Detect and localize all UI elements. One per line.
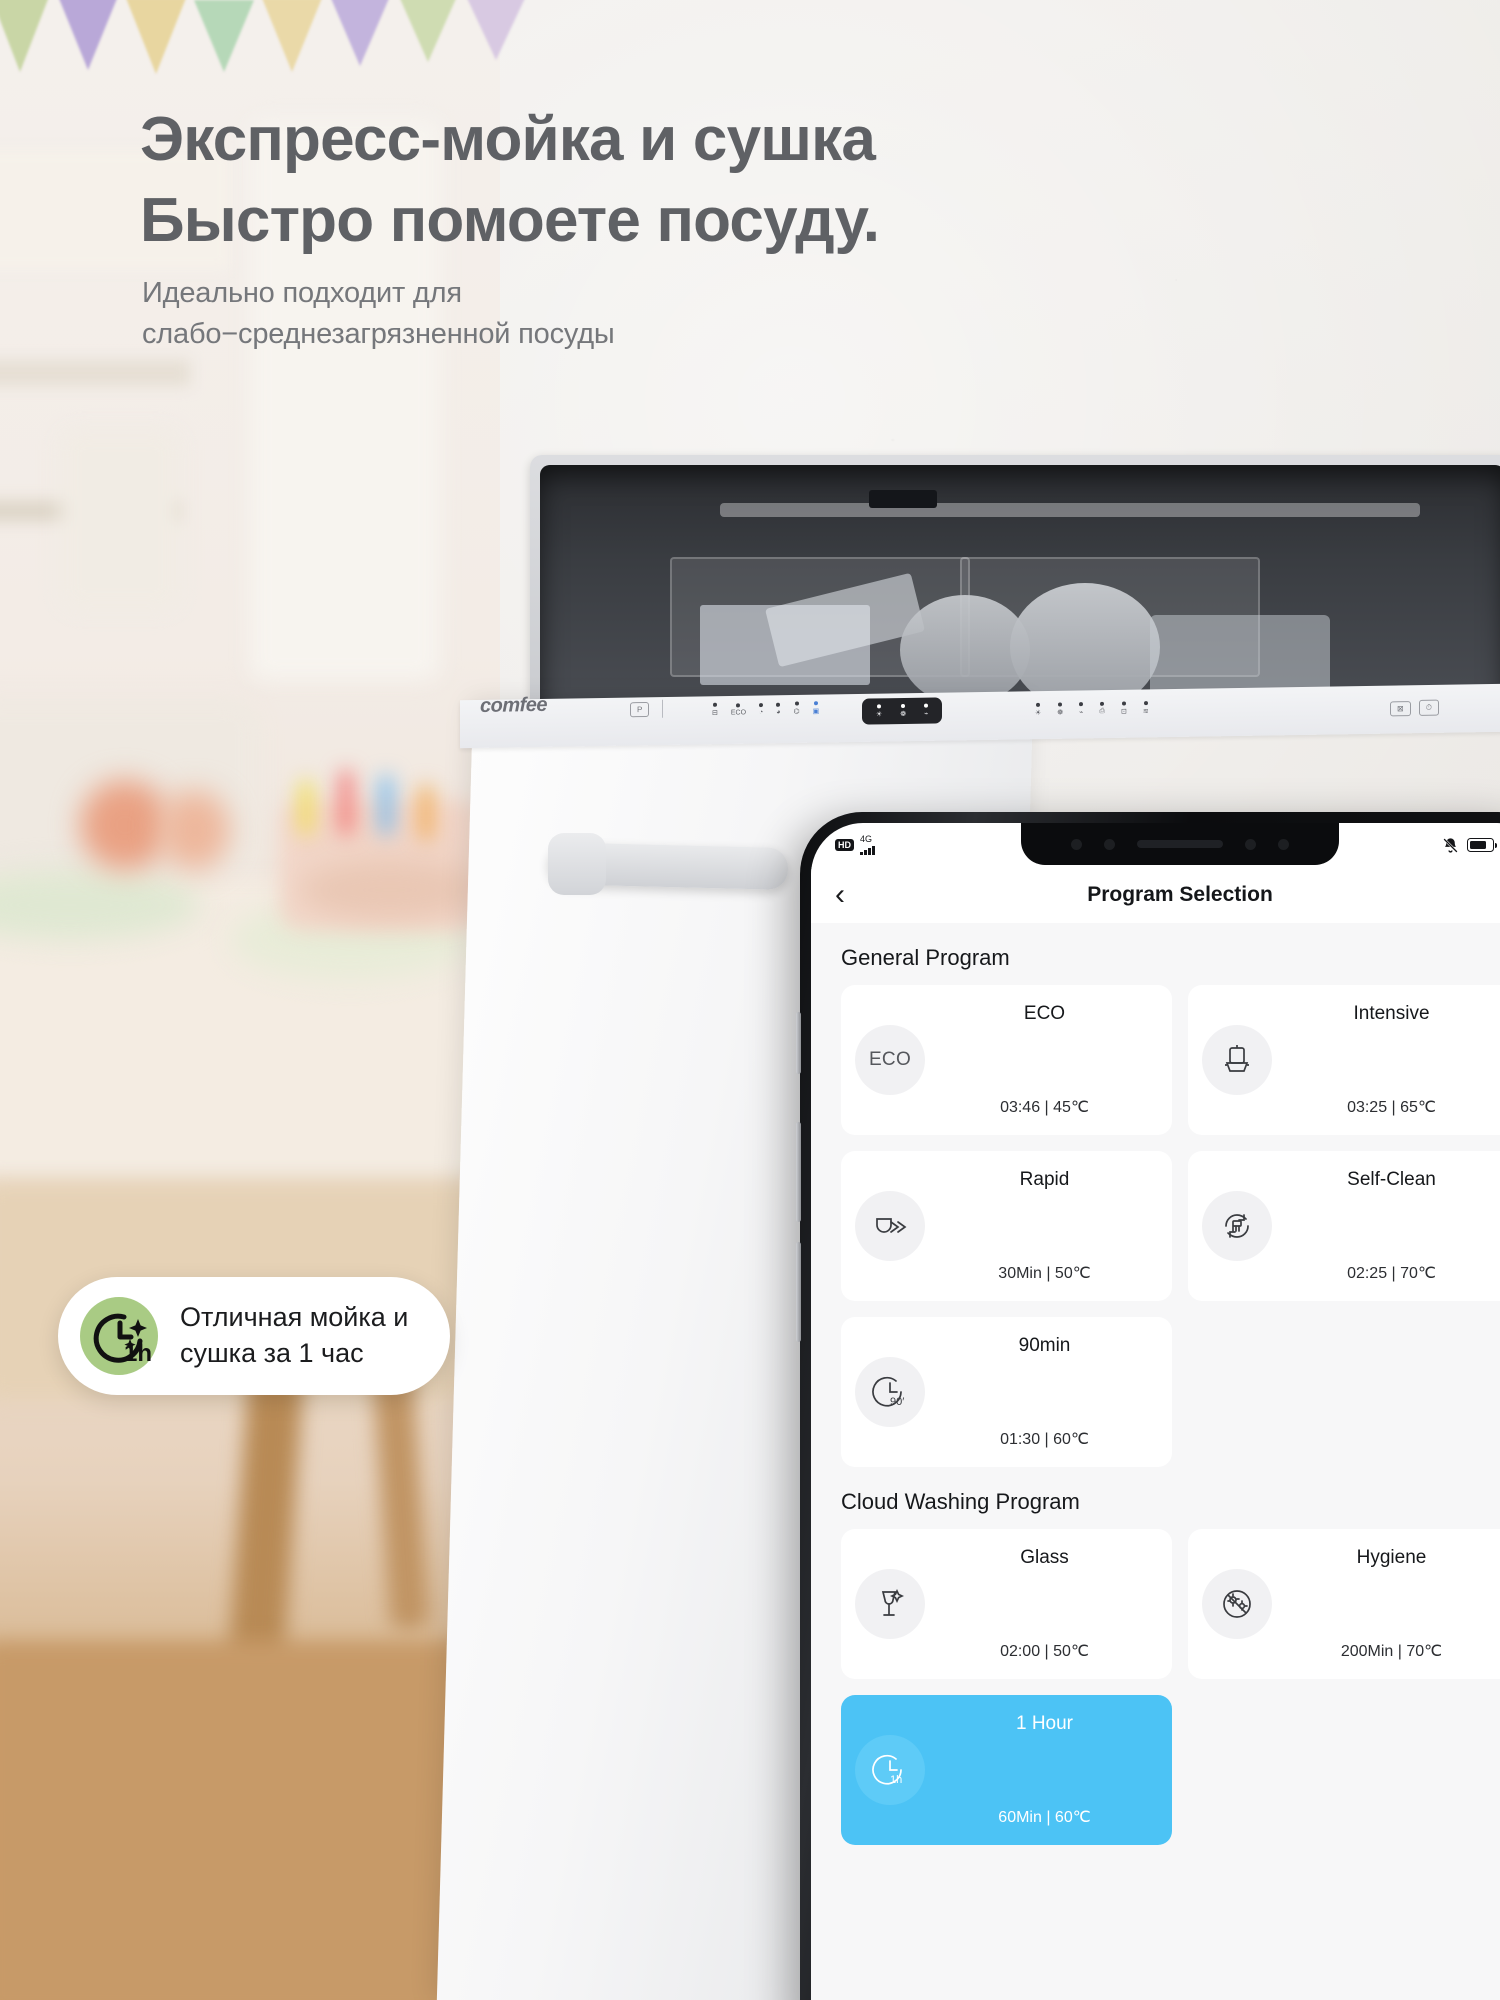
right-icon-sun[interactable]: ☀ [1035,702,1041,717]
brush-cycle-icon [1202,1191,1272,1261]
battery-icon [1467,838,1498,852]
section-title-general: General Program [841,945,1010,970]
fast-dish-icon [855,1191,925,1261]
program-card-intensive[interactable]: Intensive 03:25 | 65℃ [1188,985,1500,1135]
dark-icon-sun[interactable]: ☀ [876,704,882,718]
program-meta: 01:30 | 60℃ [1000,1431,1089,1448]
eco-icon-label: ECO [868,1049,912,1070]
program-meta: 02:00 | 50℃ [1000,1643,1089,1660]
headline-line-2: Быстро помоете посуду. [140,185,880,255]
program-name: Intensive [1353,1003,1430,1024]
program-card-hygiene[interactable]: Hygiene 200Min | 70℃ [1188,1529,1500,1679]
no-germs-icon [1202,1569,1272,1639]
program-name: Rapid [1019,1169,1070,1190]
phone-button-volume-up[interactable] [796,1122,801,1222]
program-name: 1 Hour [1015,1713,1074,1734]
page-title: Экспресс-мойка и сушка Быстро помоете по… [140,100,1060,261]
program-name: Glass [1020,1547,1069,1568]
program-name: ECO [1023,1003,1066,1024]
subtitle-line-2: слабо−среднезагрязненной посуды [142,317,615,350]
panel-icon-delay-1[interactable]: ◔ [759,702,763,716]
right-icon-salt[interactable]: ⊡ [1121,701,1127,716]
comfee-logo: comfee [480,693,548,717]
general-program-grid: ECO ECO 03:46 | 45℃ Intensive 03:25 | 65… [811,985,1500,1467]
program-meta: 60Min | 60℃ [998,1809,1091,1826]
program-meta: 200Min | 70℃ [1340,1643,1443,1660]
svg-text:1h: 1h [890,1774,902,1786]
section-title-cloud: Cloud Washing Program [841,1489,1080,1514]
page-header-title: Program Selection [1087,883,1273,906]
phone-screen: HD 4G 4:0 ‹ [811,823,1500,2000]
app-bar: ‹ Program Selection [811,867,1500,923]
signal-bars-icon [860,844,875,855]
dishwasher-handle-knob[interactable] [548,833,606,895]
page-subtitle: Идеально подходит для слабо−среднезагряз… [142,273,782,354]
cloud-program-grid: Glass 02:00 | 50℃ Hygiene 200Min | 70℃ 1… [811,1529,1500,1845]
program-card-1-hour[interactable]: 1h 1 Hour 60Min | 60℃ [841,1695,1172,1845]
program-card-eco[interactable]: ECO ECO 03:46 | 45℃ [841,985,1172,1135]
feature-badge: 1h Отличная мойка и сушка за 1 час [58,1277,451,1395]
phone-button-mute[interactable] [796,1012,801,1074]
notch-sensor-right-icon [1278,838,1289,850]
right-icon-wifi[interactable]: ≋ [1143,701,1149,715]
dark-icon-faucet[interactable]: ⌁ [924,703,928,718]
chevron-left-icon[interactable]: ‹ [835,880,845,910]
program-name: Hygiene [1356,1547,1427,1568]
panel-icon-door[interactable]: ▣ [813,701,819,715]
dishwasher-hinge [869,490,937,508]
right-icon-refill[interactable]: ⎙ [1099,701,1105,716]
dark-icon-fan[interactable]: ❁ [900,703,906,718]
panel-icon-delay-2[interactable]: ◕ [776,702,781,715]
program-card-rapid[interactable]: Rapid 30Min | 50℃ [841,1151,1172,1301]
program-meta: 03:25 | 65℃ [1347,1099,1436,1116]
phone-button-volume-down[interactable] [796,1242,801,1342]
dishwasher-cavity [540,465,1500,710]
program-meta: 03:46 | 45℃ [1000,1099,1089,1116]
clock-90-icon: 90′ [855,1357,925,1427]
notch-sensor-left-icon [1071,838,1082,850]
program-card-90min[interactable]: 90′ 90min 01:30 | 60℃ [841,1317,1172,1467]
phone-notch [1021,823,1339,865]
right-indicator-group[interactable]: ☀ ❁ ⌁ ⎙ ⊡ ≋ [1035,701,1149,717]
program-name: 90min [1018,1335,1071,1356]
right-icon-faucet[interactable]: ⌁ [1079,702,1083,716]
svg-text:90′: 90′ [890,1396,904,1408]
subtitle-line-1: Идеально подходит для [142,277,462,309]
wine-glass-icon [855,1569,925,1639]
program-name: Self-Clean [1347,1169,1436,1190]
program-meta: 02:25 | 70℃ [1347,1265,1436,1282]
pot-icon [1202,1025,1272,1095]
program-list[interactable]: General Program ECO ECO 03:46 | 45℃ Inte… [811,923,1500,2000]
notch-sensor-mid-icon [1104,838,1115,850]
hd-badge: HD [835,839,854,851]
clock-sparkle-icon: 1h [80,1297,158,1375]
eco-text-icon: ECO [855,1025,925,1095]
headline-line-1: Экспресс-мойка и сушка [140,105,876,174]
panel-icon-rinse[interactable]: ⌬ [794,701,800,716]
clock-1h-icon: 1h [855,1735,925,1805]
feature-badge-label: Отличная мойка и сушка за 1 час [180,1302,409,1368]
bell-slash-icon [1443,837,1458,853]
notch-speaker-icon [1137,840,1223,848]
program-key-group[interactable]: P [630,699,664,719]
svg-text:1h: 1h [124,1340,152,1367]
phone-mockup: HD 4G 4:0 ‹ [796,812,1500,2000]
bunting-decoration [0,0,526,110]
corner-badge-timer[interactable]: ⏱ [1418,699,1439,716]
program-card-glass[interactable]: Glass 02:00 | 50℃ [841,1529,1172,1679]
program-card-self-clean[interactable]: Self-Clean 02:25 | 70℃ [1188,1151,1500,1301]
panel-indicator-group[interactable]: ⊟ ECO ◔ ◕ ⌬ ▣ [712,701,819,717]
notch-camera-icon [1245,838,1256,850]
program-meta: 30Min | 50℃ [998,1265,1091,1282]
right-icon-fan[interactable]: ❁ [1057,702,1063,717]
program-key-label: P [630,701,650,717]
corner-badge-group[interactable]: ⊠ ⏱ [1390,699,1439,717]
dark-indicator-panel[interactable]: ☀ ❁ ⌁ [862,697,943,725]
panel-icon-half-load[interactable]: ⊟ [712,702,718,717]
network-label: 4G [860,834,873,844]
corner-badge-half-load[interactable]: ⊠ [1390,700,1411,716]
panel-icon-eco[interactable]: ECO [731,702,746,716]
